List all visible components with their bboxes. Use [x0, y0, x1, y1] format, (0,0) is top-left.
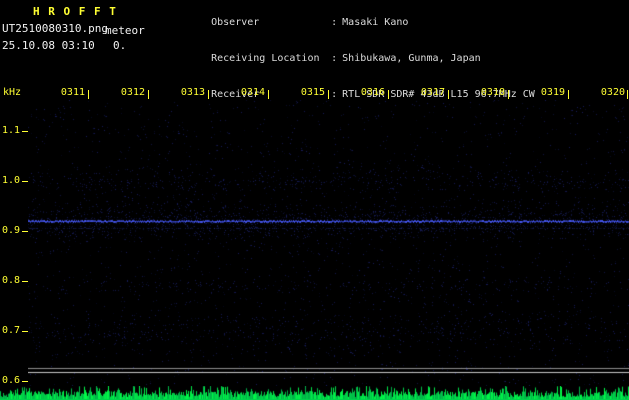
y-tick-label: 1.0	[1, 175, 20, 186]
x-tick-label: 0319	[540, 87, 565, 98]
x-tick-label: 0317	[420, 87, 445, 98]
output-filename: UT2510080310.png	[2, 22, 108, 35]
y-tick-label: 0.8	[1, 275, 20, 286]
x-tick-label: 0312	[120, 87, 145, 98]
x-tick-mark	[208, 90, 209, 99]
x-tick-mark	[627, 90, 628, 99]
y-axis-unit-label: kHz	[3, 87, 22, 98]
x-tick-mark	[88, 90, 89, 99]
info-label: Observer	[211, 17, 260, 28]
info-value: Shibukawa, Gunma, Japan	[342, 53, 481, 64]
info-colon: :	[331, 17, 338, 28]
info-label: Receiving Location	[211, 53, 320, 64]
x-tick-label: 0320	[600, 87, 625, 98]
x-tick-mark	[148, 90, 149, 99]
info-colon: :	[331, 89, 338, 100]
x-tick-mark	[268, 90, 269, 99]
info-row-observer: Observer: Masaki Kano	[175, 5, 535, 41]
x-tick-mark	[388, 90, 389, 99]
x-tick-label: 0311	[60, 87, 85, 98]
mode-label: meteor	[105, 24, 145, 37]
x-tick-mark	[568, 90, 569, 99]
x-tick-label: 0318	[480, 87, 505, 98]
info-row-location: Receiving Location: Shibukawa, Gunma, Jap…	[175, 41, 535, 77]
x-tick-label: 0315	[300, 87, 325, 98]
hrofft-screen: H R O F F T UT2510080310.png meteor 25.1…	[0, 0, 629, 400]
x-tick-mark	[448, 90, 449, 99]
y-tick-label: 0.9	[1, 225, 20, 236]
spectrogram-canvas	[28, 100, 629, 386]
x-tick-label: 0314	[240, 87, 265, 98]
y-tick-label: 0.6	[1, 375, 20, 386]
x-tick-mark	[328, 90, 329, 99]
noise-strip-canvas	[0, 386, 629, 400]
x-tick-mark	[508, 90, 509, 99]
x-tick-label: 0313	[180, 87, 205, 98]
y-tick-label: 1.1	[1, 125, 20, 136]
observation-datetime: 25.10.08 03:10	[2, 39, 95, 52]
info-colon: :	[331, 53, 338, 64]
x-tick-label: 0316	[360, 87, 385, 98]
y-tick-label: 0.7	[1, 325, 20, 336]
echo-counter: 0.	[113, 39, 127, 52]
info-value: Masaki Kano	[342, 17, 409, 28]
app-title: H R O F F T	[33, 5, 117, 18]
